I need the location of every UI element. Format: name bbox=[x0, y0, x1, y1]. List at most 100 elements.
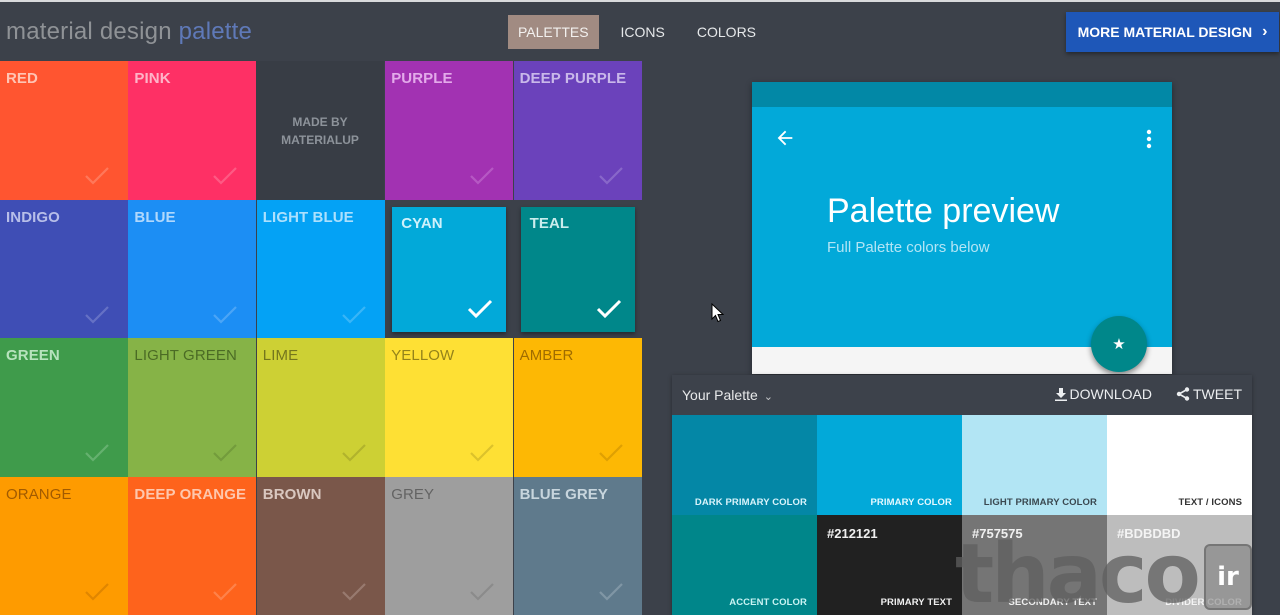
swatch-divider-color[interactable]: #BDBDBD DIVIDER COLOR bbox=[1107, 515, 1252, 615]
logo-text-palette: palette bbox=[178, 18, 253, 45]
check-icon bbox=[213, 582, 238, 601]
tile-label: DEEP ORANGE bbox=[134, 485, 247, 503]
tile-label: LIGHT BLUE bbox=[262, 208, 354, 226]
check-icon bbox=[598, 444, 623, 462]
check-icon bbox=[470, 167, 494, 185]
palette-swatches: DARK PRIMARY COLOR PRIMARY COLOR LIGHT PRI… bbox=[672, 415, 1252, 615]
palette-tile-orange[interactable]: ORANGE bbox=[0, 476, 128, 615]
swatch-dark-primary-color[interactable]: DARK PRIMARY COLOR bbox=[672, 415, 817, 515]
palette-tile-deep-orange[interactable]: DEEP ORANGE bbox=[128, 476, 257, 615]
swatch-text-icons[interactable]: TEXT / ICONS bbox=[1107, 415, 1252, 515]
preview-fab-button[interactable]: ★ bbox=[1091, 316, 1147, 372]
swatch-label: LIGHT PRIMARY COLOR bbox=[983, 497, 1097, 508]
swatch-primary-color[interactable]: PRIMARY COLOR bbox=[817, 415, 962, 515]
check-icon bbox=[470, 444, 494, 462]
tile-label: RED bbox=[6, 70, 38, 87]
tile-label: LIME bbox=[262, 347, 299, 364]
swatch-label: TEXT / ICONS bbox=[1178, 497, 1242, 508]
made-by-line2: MATERIALUP bbox=[281, 132, 359, 147]
download-icon bbox=[1054, 387, 1067, 401]
swatch-label: PRIMARY COLOR bbox=[870, 497, 952, 508]
tile-label: TEAL bbox=[529, 214, 570, 232]
palette-tile-light-green[interactable]: LIGHT GREEN bbox=[128, 338, 257, 477]
download-label: DOWNLOAD bbox=[1069, 386, 1152, 402]
nav-palettes[interactable]: PALETTES bbox=[508, 15, 599, 49]
swatch-label: DARK PRIMARY COLOR bbox=[694, 497, 807, 508]
tile-label: BROWN bbox=[262, 485, 322, 503]
tile-label: CYAN bbox=[401, 214, 443, 232]
palette-tile-cyan[interactable]: CYAN bbox=[385, 199, 514, 339]
chevron-right-icon: › bbox=[1262, 23, 1268, 40]
star-icon: ★ bbox=[1112, 336, 1126, 353]
palette-tile-yellow[interactable]: YELLOW bbox=[385, 338, 514, 477]
preview-status-bar bbox=[752, 82, 1172, 107]
preview-subtitle: Full Palette colors below bbox=[827, 239, 990, 256]
logo-text-material-design: material design bbox=[6, 18, 172, 45]
mouse-cursor-icon bbox=[711, 303, 725, 323]
made-by-materialup[interactable]: MADE BY MATERIALUP bbox=[256, 61, 384, 200]
palette-tile-deep-purple[interactable]: DEEP PURPLE bbox=[513, 61, 642, 200]
check-icon bbox=[342, 582, 366, 601]
tile-label: PINK bbox=[134, 70, 171, 87]
palette-tile-amber[interactable]: AMBER bbox=[513, 338, 642, 477]
palette-tile-red[interactable]: RED bbox=[0, 61, 128, 200]
check-icon bbox=[85, 305, 109, 324]
check-icon bbox=[342, 444, 366, 462]
palette-tile-brown[interactable]: BROWN bbox=[256, 476, 385, 615]
palette-tile-indigo[interactable]: INDIGO bbox=[0, 199, 128, 339]
swatch-hex: #212121 bbox=[827, 526, 878, 541]
your-palette-dropdown[interactable]: Your Palette ⌄ bbox=[682, 387, 773, 403]
palette-tile-purple[interactable]: PURPLE bbox=[385, 61, 514, 200]
tweet-label: TWEET bbox=[1193, 386, 1242, 402]
check-icon bbox=[598, 167, 623, 185]
palette-tile-lime[interactable]: LIME bbox=[256, 338, 385, 477]
swatch-hex: #BDBDBD bbox=[1117, 526, 1181, 541]
swatch-accent-color[interactable]: ACCENT COLOR bbox=[672, 515, 817, 615]
tile-label: AMBER bbox=[519, 347, 574, 364]
swatch-light-primary-color[interactable]: LIGHT PRIMARY COLOR bbox=[962, 415, 1107, 515]
swatch-secondary-text[interactable]: #757575 SECONDARY TEXT bbox=[962, 515, 1107, 615]
nav-icons[interactable]: ICONS bbox=[611, 15, 675, 49]
swatch-primary-text[interactable]: #212121 PRIMARY TEXT bbox=[817, 515, 962, 615]
check-icon bbox=[342, 305, 366, 324]
swatch-label: PRIMARY TEXT bbox=[880, 597, 952, 608]
check-icon bbox=[213, 444, 238, 462]
palette-tile-blue[interactable]: BLUE bbox=[128, 199, 257, 339]
tweet-button[interactable]: TWEET bbox=[1176, 386, 1242, 402]
palette-panel-header: Your Palette ⌄ DOWNLOAD TWEET bbox=[672, 375, 1252, 415]
site-logo[interactable]: material design palette bbox=[6, 18, 252, 46]
palette-tile-green[interactable]: GREEN bbox=[0, 338, 128, 477]
color-grid: MADE BY MATERIALUP RED PINK PURPLE DEEP PUR… bbox=[0, 61, 642, 615]
palette-tile-blue-grey[interactable]: BLUE GREY bbox=[513, 476, 642, 615]
palette-tile-grey[interactable]: GREY bbox=[385, 476, 514, 615]
made-by-line1: MADE BY bbox=[292, 114, 348, 129]
more-material-design-button[interactable]: MORE MATERIAL DESIGN › bbox=[1066, 12, 1279, 52]
your-palette-panel: Your Palette ⌄ DOWNLOAD TWEET DARK PRIMAR… bbox=[672, 375, 1252, 615]
tile-label: DEEP PURPLE bbox=[519, 70, 627, 87]
check-icon bbox=[470, 582, 494, 601]
check-icon bbox=[85, 582, 109, 601]
check-icon bbox=[598, 582, 623, 601]
check-icon bbox=[596, 299, 621, 318]
check-icon bbox=[468, 299, 493, 318]
swatch-label: SECONDARY TEXT bbox=[1008, 597, 1097, 608]
swatch-label: ACCENT COLOR bbox=[729, 597, 807, 608]
tile-label: YELLOW bbox=[391, 347, 455, 364]
nav-colors[interactable]: COLORS bbox=[687, 15, 766, 49]
check-icon bbox=[213, 305, 238, 324]
tile-label: BLUE GREY bbox=[519, 485, 609, 503]
share-icon bbox=[1176, 387, 1190, 401]
tile-label: GREEN bbox=[6, 347, 60, 364]
palette-tile-light-blue[interactable]: LIGHT BLUE bbox=[256, 199, 385, 339]
palette-tile-teal[interactable]: TEAL bbox=[513, 199, 642, 339]
your-palette-label: Your Palette bbox=[682, 387, 758, 403]
check-icon bbox=[85, 444, 109, 462]
arrow-left-icon[interactable] bbox=[774, 127, 796, 149]
download-button[interactable]: DOWNLOAD bbox=[1054, 386, 1152, 402]
more-vert-icon[interactable] bbox=[1146, 129, 1152, 149]
tile-label: LIGHT GREEN bbox=[134, 347, 237, 364]
palette-tile-pink[interactable]: PINK bbox=[128, 61, 257, 200]
tile-label: ORANGE bbox=[6, 485, 72, 503]
swatch-label: DIVIDER COLOR bbox=[1165, 597, 1242, 608]
header: material design palette PALETTES ICONS C… bbox=[0, 2, 1280, 60]
